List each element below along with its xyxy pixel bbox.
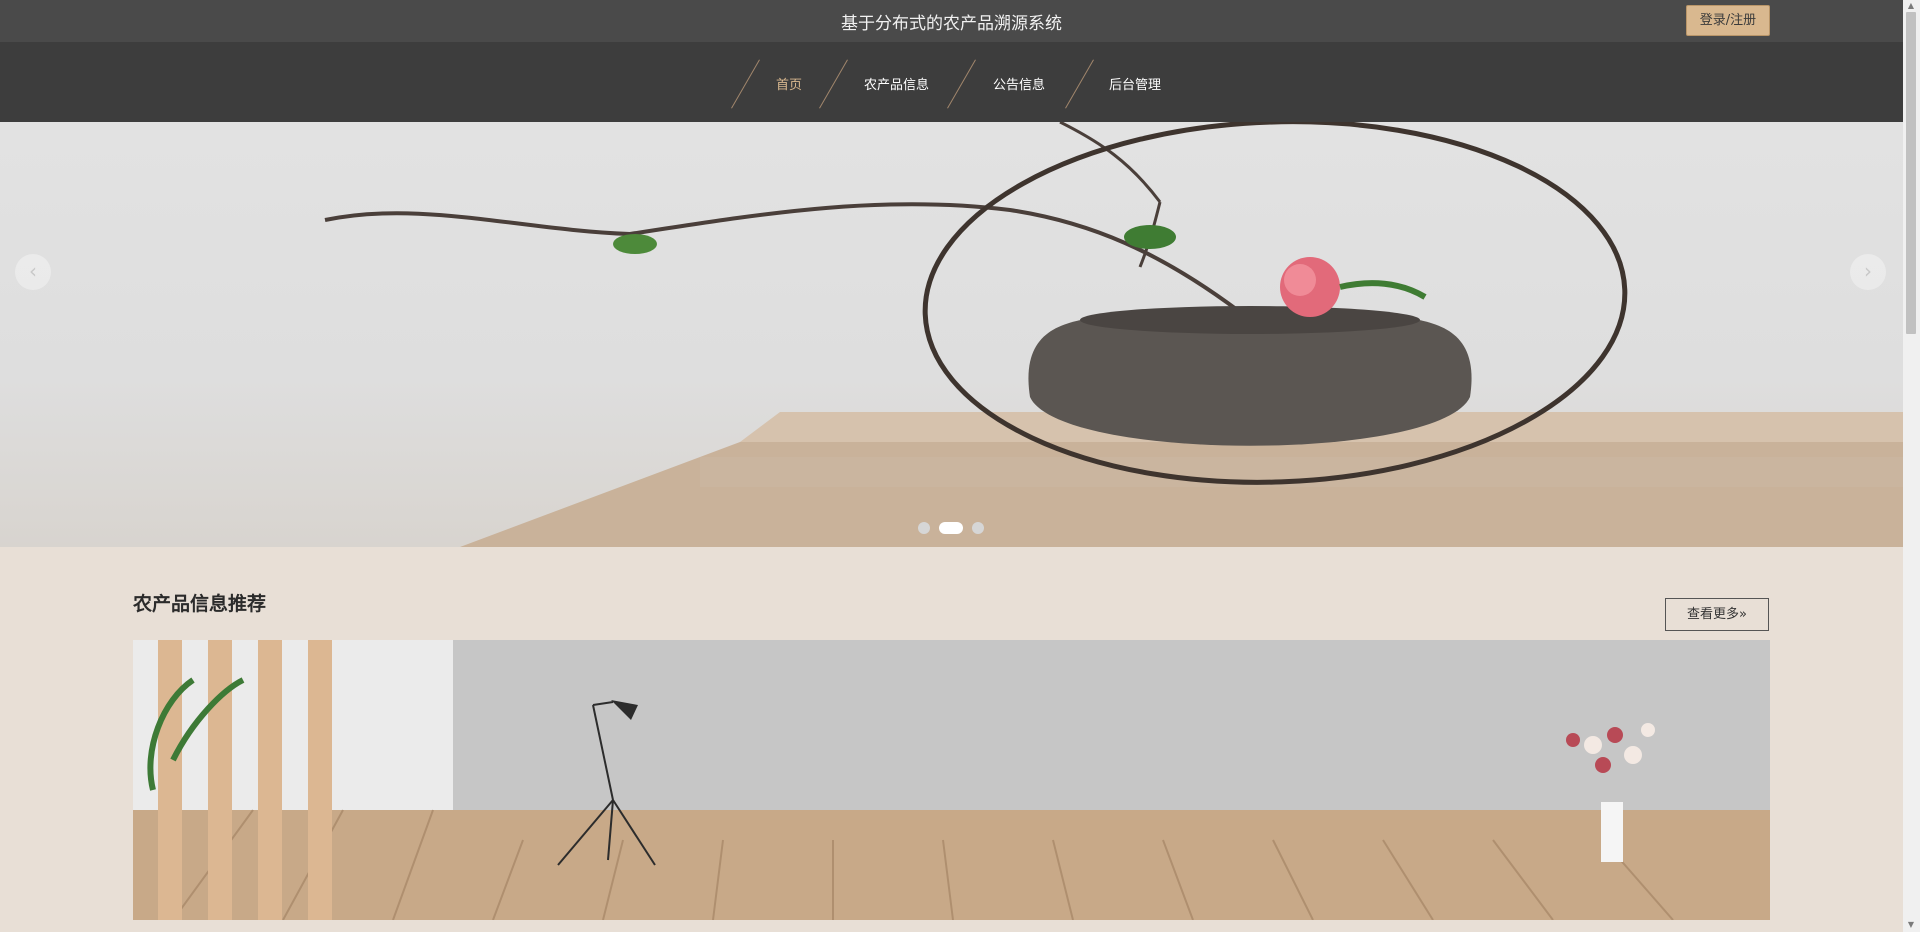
carousel-next-arrow[interactable]: › [1850, 254, 1886, 290]
login-register-button[interactable]: 登录/注册 [1686, 5, 1770, 36]
nav-item-home[interactable]: 首页 [776, 74, 802, 93]
product-banner-illustration [133, 640, 1770, 920]
scroll-up-arrow-icon[interactable]: ▲ [1906, 1, 1916, 11]
main-nav [0, 42, 1903, 122]
carousel-dot-active[interactable] [939, 522, 963, 534]
nav-item-notices[interactable]: 公告信息 [993, 74, 1045, 93]
hero-image [0, 122, 1903, 547]
scroll-down-arrow-icon[interactable]: ▼ [1906, 920, 1916, 930]
site-title: 基于分布式的农产品溯源系统 [841, 14, 1062, 34]
section-title: 农产品信息推荐 [133, 593, 267, 615]
product-banner-image[interactable] [133, 640, 1770, 920]
scrollbar-thumb[interactable] [1906, 12, 1916, 334]
nav-item-admin[interactable]: 后台管理 [1109, 74, 1161, 93]
carousel-dot[interactable] [918, 522, 930, 534]
top-bar: 基于分布式的农产品溯源系统 登录/注册 [0, 0, 1903, 42]
carousel-prev-arrow[interactable]: ‹ [15, 254, 51, 290]
nav-item-products[interactable]: 农产品信息 [864, 74, 929, 93]
view-more-button[interactable]: 查看更多» [1665, 598, 1769, 631]
hero-carousel: ‹ › [0, 122, 1903, 547]
carousel-dot[interactable] [972, 522, 984, 534]
